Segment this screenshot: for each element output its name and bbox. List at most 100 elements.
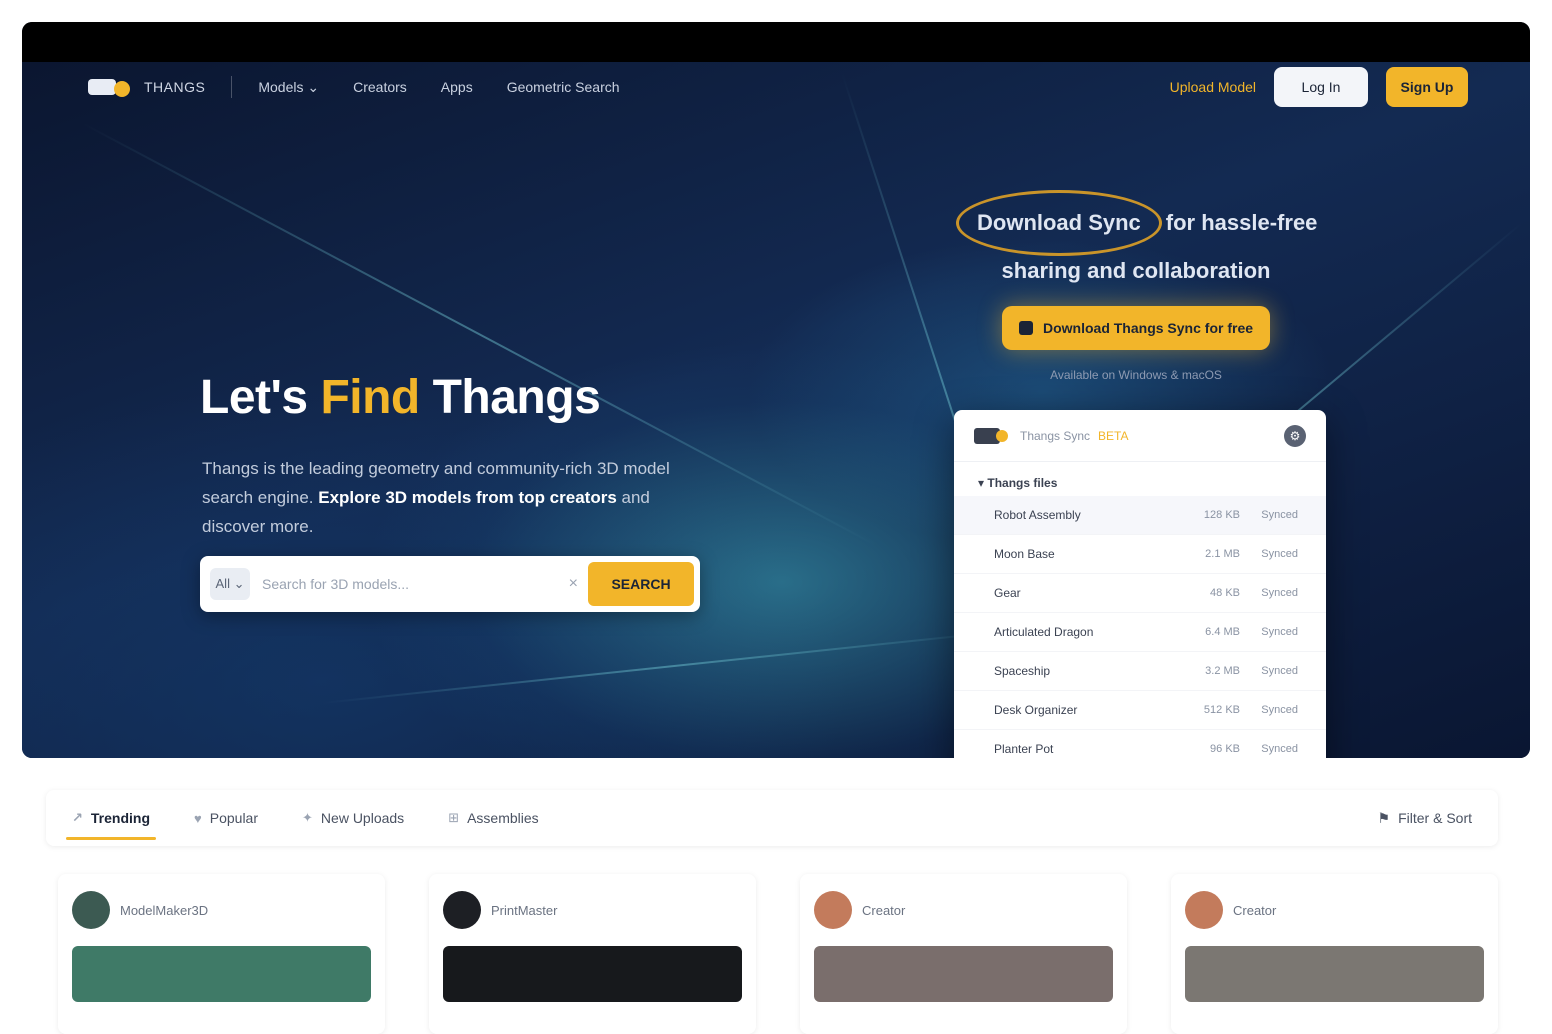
avatar[interactable]	[72, 891, 110, 929]
download-icon	[1018, 321, 1033, 335]
signup-button[interactable]: Sign Up	[1386, 67, 1468, 107]
file-name: Robot Assembly	[994, 508, 1081, 522]
card-header: Creator	[814, 888, 1113, 932]
light-beam-decor	[321, 628, 1019, 704]
site-logo[interactable]: THANGS	[88, 75, 205, 99]
tab-trending[interactable]: ↗ Trending	[65, 790, 157, 846]
nav-link[interactable]: Apps	[441, 79, 473, 95]
promo-circled-text: Download Sync	[956, 190, 1162, 256]
file-status: Synced	[1261, 626, 1298, 638]
model-thumbnail[interactable]	[814, 946, 1113, 1002]
feed-tabs: ↗ Trending ♥ Popular ✦ New Uploads ⊞ Assemblies…	[46, 790, 1498, 846]
file-row[interactable]: Planter Pot 96 KB Synced	[954, 730, 1326, 758]
search-category-select[interactable]: All ⌄	[210, 568, 250, 600]
tab-list: ↗ Trending ♥ Popular ✦ New Uploads ⊞ Assemblies	[65, 790, 583, 846]
model-card[interactable]: Creator	[1171, 874, 1498, 1034]
file-size: 48 KB	[1210, 587, 1240, 599]
file-status: Synced	[1261, 509, 1298, 521]
thangs-logo-icon	[974, 427, 1008, 444]
search-input[interactable]	[250, 576, 569, 592]
file-name: Desk Organizer	[994, 703, 1078, 717]
file-name: Planter Pot	[994, 742, 1054, 756]
hero-subtitle: Thangs is the leading geometry and commu…	[202, 459, 670, 536]
tab-icon: ✦	[302, 810, 313, 825]
file-row[interactable]: Gear 48 KB Synced	[954, 574, 1326, 613]
card-username[interactable]: PrintMaster	[491, 903, 557, 918]
nav-link[interactable]: Creators	[353, 79, 407, 95]
file-name: Spaceship	[994, 664, 1051, 678]
upload-link[interactable]: Upload Model	[1170, 79, 1256, 95]
hero-section: Let's Find Thangs Thangs is the leading …	[22, 62, 1530, 758]
nav-link[interactable]: Geometric Search	[507, 79, 620, 95]
file-row[interactable]: Desk Organizer 512 KB Synced	[954, 691, 1326, 730]
file-row[interactable]: Moon Base 2.1 MB Synced	[954, 535, 1326, 574]
hero-title-highlight: Find	[320, 371, 420, 424]
file-row[interactable]: Robot Assembly 128 KB Synced	[954, 496, 1326, 535]
top-nav: THANGS Models ⌄ Creators Apps Geometric Sea…	[88, 62, 1468, 112]
card-username[interactable]: Creator	[862, 903, 905, 918]
thangs-logo-icon	[88, 75, 132, 99]
tab-new-uploads[interactable]: ✦ New Uploads	[302, 790, 404, 846]
model-thumbnail[interactable]	[1185, 946, 1484, 1002]
logo-text: THANGS	[144, 79, 206, 95]
app-header: Thangs Sync BETA ⚙	[954, 410, 1326, 462]
tab-label: Assemblies	[467, 810, 539, 826]
login-button[interactable]: Log In	[1274, 67, 1368, 107]
model-card[interactable]: ModelMaker3D	[58, 874, 385, 1034]
hero-title: Let's Find Thangs	[200, 371, 601, 424]
filter-sort-button[interactable]: ⚑ Filter & Sort	[1378, 810, 1472, 827]
nav-links: Models ⌄ Creators Apps Geometric Search	[258, 79, 619, 96]
model-thumbnail[interactable]	[443, 946, 742, 1002]
nav-divider	[231, 76, 233, 98]
avatar[interactable]	[1185, 891, 1223, 929]
filter-sort-label: Filter & Sort	[1398, 810, 1472, 826]
tab-label: Popular	[209, 810, 259, 826]
promo-subline: sharing and collaboration	[1001, 258, 1271, 283]
model-card-grid: ModelMaker3D PrintMaster Creator Creator	[58, 874, 1498, 1034]
file-size: 6.4 MB	[1205, 626, 1240, 638]
model-card[interactable]: PrintMaster	[429, 874, 756, 1034]
file-size: 128 KB	[1203, 509, 1240, 521]
nav-link[interactable]: Models ⌄	[258, 79, 319, 96]
card-username[interactable]: ModelMaker3D	[120, 903, 208, 918]
download-sync-button[interactable]: Download Thangs Sync for free	[1002, 306, 1270, 350]
sync-app-preview: Thangs Sync BETA ⚙ ▾ Thangs files Robot …	[954, 410, 1326, 758]
app-file-list: Robot Assembly 128 KB Synced Moon Base 2.1 M…	[954, 496, 1326, 758]
tab-assemblies[interactable]: ⊞ Assemblies	[448, 790, 539, 846]
tab-label: Trending	[90, 810, 151, 826]
gear-icon[interactable]: ⚙	[1284, 424, 1306, 447]
file-name: Gear	[994, 586, 1021, 600]
file-name: Articulated Dragon	[994, 625, 1094, 639]
search-button[interactable]: SEARCH	[588, 562, 694, 606]
tab-icon: ↗	[72, 810, 83, 825]
avatar[interactable]	[814, 891, 852, 929]
filter-icon: ⚑	[1377, 809, 1391, 826]
card-username[interactable]: Creator	[1233, 903, 1276, 918]
tab-label: New Uploads	[320, 810, 405, 826]
nav-actions: Upload Model Log In Sign Up	[1170, 67, 1468, 107]
app-title: Thangs Sync	[1020, 428, 1091, 443]
browser-top-bar	[22, 22, 1530, 62]
promo-note: Available on Windows & macOS	[1050, 368, 1222, 382]
file-status: Synced	[1261, 587, 1298, 599]
tab-icon: ♥	[194, 810, 202, 826]
file-status: Synced	[1261, 743, 1298, 755]
file-status: Synced	[1261, 665, 1298, 677]
sync-promo: Download Sync for hassle-free sharing and…	[956, 190, 1317, 382]
file-row[interactable]: Articulated Dragon 6.4 MB Synced	[954, 613, 1326, 652]
app-section-title: ▾ Thangs files	[978, 476, 1058, 490]
card-header: PrintMaster	[443, 888, 742, 932]
avatar[interactable]	[443, 891, 481, 929]
model-card[interactable]: Creator	[800, 874, 1127, 1034]
file-status: Synced	[1261, 548, 1298, 560]
tab-icon: ⊞	[448, 810, 460, 825]
file-size: 3.2 MB	[1205, 665, 1240, 677]
model-thumbnail[interactable]	[72, 946, 371, 1002]
hero-subtitle-bold: Explore 3D models from top creators	[318, 488, 617, 507]
tab-popular[interactable]: ♥ Popular	[194, 790, 258, 846]
search-bar: All ⌄ × SEARCH	[200, 556, 700, 612]
clear-icon[interactable]: ×	[569, 575, 578, 593]
file-row[interactable]: Spaceship 3.2 MB Synced	[954, 652, 1326, 691]
card-header: Creator	[1185, 888, 1484, 932]
file-size: 2.1 MB	[1205, 548, 1240, 560]
